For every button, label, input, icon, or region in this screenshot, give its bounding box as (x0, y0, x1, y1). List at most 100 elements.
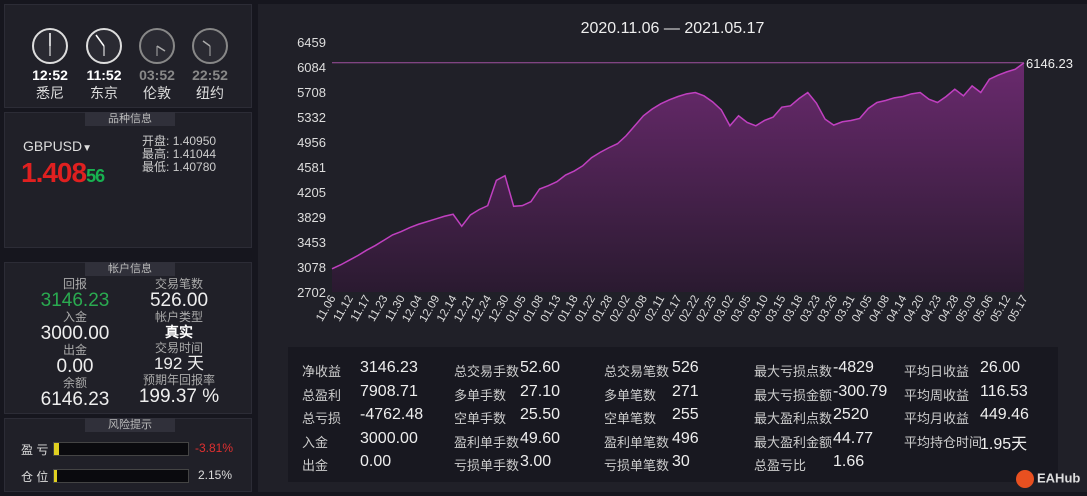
london-time: 03:52 (139, 67, 175, 83)
newyork-label: 纽约 (196, 85, 224, 101)
y-tick-label: 2702 (297, 285, 326, 300)
stat-label: 多单笔数 (604, 387, 657, 403)
y-tick-label: 3829 (297, 210, 326, 225)
account-panel-title: 帐户信息 (85, 262, 175, 276)
withdraw-value: 0.00 (56, 356, 94, 377)
current-price: 1.40856 (21, 157, 105, 189)
stat-label: 平均月收益 (904, 411, 970, 426)
y-tick-label: 5708 (297, 85, 326, 100)
stat-value: 116.53 (980, 382, 1028, 400)
chevron-down-icon: ▼ (82, 143, 93, 154)
stat-label: 总交易手数 (454, 364, 520, 379)
sydney-label: 悉尼 (36, 85, 64, 101)
pos-bar (53, 469, 189, 483)
stat-value: 0.00 (360, 453, 392, 470)
stat-value: 44.77 (833, 429, 874, 447)
risk-panel: 风险提示 盈 亏 -3.81% 仓 位 2.15% (4, 418, 252, 492)
stat-value: 271 (672, 382, 699, 400)
stat-label: 亏损单笔数 (604, 458, 670, 473)
stat-value: 52.60 (520, 359, 561, 376)
symbol-info-panel: 品种信息 GBPUSD▼ 1.40856 开盘: 1.40950 最高: 1.4… (4, 112, 252, 344)
stat-value: 526 (672, 359, 699, 376)
tokyo-clock-icon (86, 28, 122, 64)
left-sidebar: 12:52 11:52 03:52 22:52 悉尼 东京 伦敦 纽约 品种信息… (4, 4, 252, 492)
stat-value: 3146.23 (360, 359, 418, 376)
stat-label: 平均日收益 (904, 364, 970, 379)
stat-value: 449.46 (980, 406, 1029, 423)
return-value: 3146.23 (40, 290, 110, 311)
open-label: 开盘: (142, 134, 170, 148)
pos-label: 仓 位 (21, 470, 49, 484)
y-tick-label: 6459 (297, 35, 326, 50)
y-tick-label: 4205 (297, 185, 326, 200)
stat-label: 最大亏损金额 (754, 387, 833, 403)
stat-value: -4829 (833, 359, 874, 376)
symbol-selector[interactable]: GBPUSD▼ (23, 138, 92, 154)
pos-value: 2.15% (198, 468, 233, 482)
risk-panel-title: 风险提示 (85, 418, 175, 432)
stat-label: 入金 (302, 434, 329, 450)
symbol-name: GBPUSD (23, 138, 83, 154)
deposit-label: 入金 (62, 310, 87, 324)
stat-label: 盈利单笔数 (604, 434, 670, 450)
acct-type-value: 真实 (165, 324, 193, 340)
pos-bar-fill (54, 470, 57, 482)
stat-value: 27.10 (520, 382, 561, 400)
london-label: 伦敦 (143, 85, 171, 101)
stat-label: 最大盈利点数 (754, 411, 833, 426)
stat-value: -300.79 (833, 382, 888, 400)
trades-value: 526.00 (149, 290, 209, 311)
account-right-column: 交易笔数 526.00 帐户类型 真实 交易时间 192 天 预期年回报率 19… (129, 277, 229, 406)
low-label: 最低: (142, 160, 170, 174)
low-value: 1.40780 (172, 160, 217, 174)
stat-value: 26.00 (980, 359, 1021, 376)
last-value-label: 6146.23 (1026, 56, 1073, 71)
tokyo-label: 东京 (90, 85, 118, 101)
account-left-column: 回报 3146.23 入金 3000.00 出金 0.00 余额 6146.23 (25, 277, 125, 409)
symbol-panel-title: 品种信息 (85, 112, 175, 126)
balance-label: 余额 (62, 376, 87, 390)
stat-label: 空单笔数 (604, 411, 657, 426)
stat-label: 多单手数 (454, 387, 507, 403)
stat-value: 49.60 (520, 429, 561, 447)
withdraw-label: 出金 (62, 343, 87, 357)
open-value: 1.40950 (172, 134, 217, 148)
y-tick-label: 3453 (297, 235, 326, 250)
price-main: 1.408 (21, 157, 87, 188)
stat-value: 1.95天 (980, 435, 1028, 453)
stat-label: 总交易笔数 (604, 364, 670, 379)
stat-label: 净收益 (302, 364, 342, 379)
watermark-logo-icon (1016, 470, 1034, 488)
stats-table: 净收益 3146.23 总盈利 7908.71 总亏损 -4762.48 入金 3000.00… (288, 347, 1058, 482)
equity-panel: 2020.11.06 — 2021.05.17 6459 6084 5708 5332… (258, 4, 1087, 492)
sydney-time: 12:52 (32, 67, 68, 83)
stat-label: 亏损单手数 (454, 458, 520, 473)
stat-label: 总盈亏比 (754, 458, 807, 473)
stat-value: 1.66 (833, 453, 865, 470)
stat-value: 496 (672, 429, 699, 447)
stat-label: 平均周收益 (904, 387, 970, 403)
y-tick-label: 3078 (297, 260, 326, 275)
account-info-panel: 帐户信息 回报 3146.23 入金 3000.00 出金 0.00 余额 61… (4, 262, 252, 414)
newyork-clock-icon (192, 28, 228, 64)
stat-value: 2520 (833, 406, 869, 423)
london-clock-icon (139, 28, 175, 64)
pl-bar (53, 442, 189, 456)
stat-value: 30 (672, 453, 690, 470)
stat-value: 3.00 (520, 453, 552, 470)
stat-label: 出金 (302, 458, 329, 473)
pl-bar-fill (54, 443, 60, 455)
stat-value: 25.50 (520, 406, 561, 423)
trade-time-value: 192 天 (153, 354, 205, 373)
sydney-clock-icon (32, 28, 68, 64)
world-clocks-panel: 12:52 11:52 03:52 22:52 悉尼 东京 伦敦 纽约 (4, 4, 252, 108)
y-tick-label: 4956 (297, 135, 326, 150)
trade-time-label: 交易时间 (154, 341, 203, 355)
trades-label: 交易笔数 (154, 277, 203, 291)
high-value: 1.41044 (172, 147, 217, 161)
stat-value: 3000.00 (360, 429, 418, 447)
equity-chart: 6459 6084 5708 5332 4956 4581 4205 3829 3453 3078… (297, 35, 1073, 324)
stat-label: 盈利单手数 (454, 434, 520, 450)
stat-value: 255 (672, 406, 699, 423)
stat-label: 总亏损 (302, 411, 342, 426)
